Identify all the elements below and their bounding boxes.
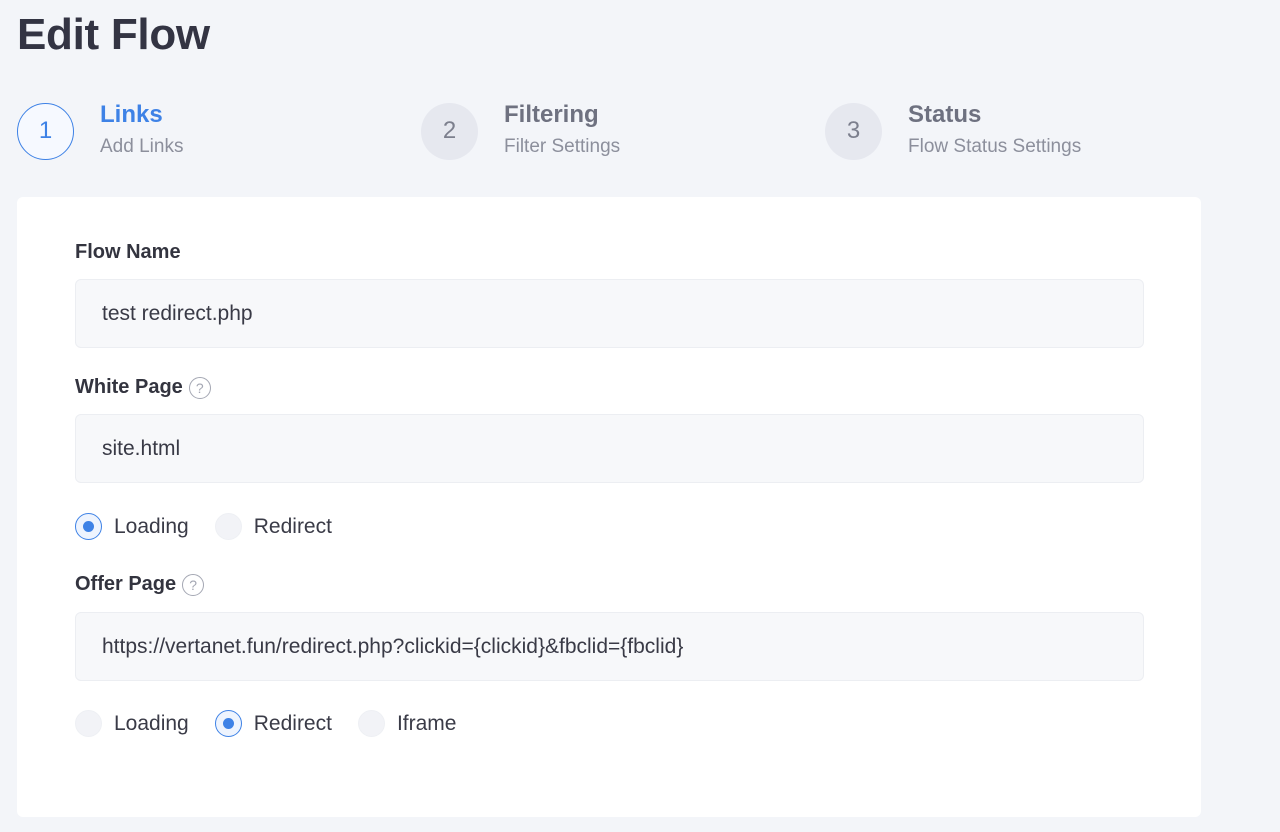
white-page-input[interactable] (75, 414, 1144, 483)
step-title: Status (908, 101, 982, 128)
form-card: Flow Name White Page ? Loading Redirect … (17, 197, 1201, 817)
radio-dot[interactable] (75, 513, 102, 540)
radio-dot[interactable] (75, 710, 102, 737)
step-subtitle: Flow Status Settings (908, 136, 1082, 157)
step-filtering[interactable]: 2 Filtering Filter Settings (421, 100, 620, 162)
step-title: Links (100, 101, 163, 128)
step-number: 1 (17, 102, 74, 160)
white-page-mode-group: Loading Redirect (75, 513, 358, 540)
offer-page-loading-radio[interactable]: Loading (75, 710, 189, 737)
white-page-redirect-radio[interactable]: Redirect (214, 513, 332, 540)
offer-page-mode-group: Loading Redirect Iframe (75, 710, 482, 737)
radio-label: Loading (114, 514, 189, 538)
step-number: 2 (421, 102, 478, 160)
flow-name-label: Flow Name (75, 241, 181, 263)
white-page-loading-radio[interactable]: Loading (75, 513, 189, 540)
flow-name-input[interactable] (75, 279, 1144, 348)
offer-page-redirect-radio[interactable]: Redirect (214, 710, 332, 737)
radio-label: Redirect (253, 514, 332, 538)
white-page-label: White Page ? (75, 376, 211, 399)
radio-label: Redirect (253, 711, 332, 735)
offer-page-input[interactable] (75, 612, 1144, 681)
step-number: 3 (825, 102, 882, 160)
radio-label: Iframe (396, 711, 457, 735)
radio-dot[interactable] (214, 513, 242, 540)
step-subtitle: Add Links (100, 136, 184, 157)
step-status[interactable]: 3 Status Flow Status Settings (825, 100, 1081, 162)
stepper: 1 Links Add Links 2 Filtering Filter Set… (17, 100, 1217, 160)
step-subtitle: Filter Settings (504, 136, 621, 157)
step-links[interactable]: 1 Links Add Links (17, 100, 183, 162)
step-title: Filtering (504, 101, 599, 128)
radio-dot[interactable] (357, 710, 385, 737)
page-title: Edit Flow (17, 10, 210, 59)
radio-label: Loading (114, 711, 189, 735)
help-icon[interactable]: ? (188, 376, 211, 399)
radio-dot[interactable] (214, 710, 242, 737)
offer-page-iframe-radio[interactable]: Iframe (357, 710, 457, 737)
help-icon[interactable]: ? (182, 573, 205, 596)
offer-page-label: Offer Page ? (75, 573, 205, 596)
